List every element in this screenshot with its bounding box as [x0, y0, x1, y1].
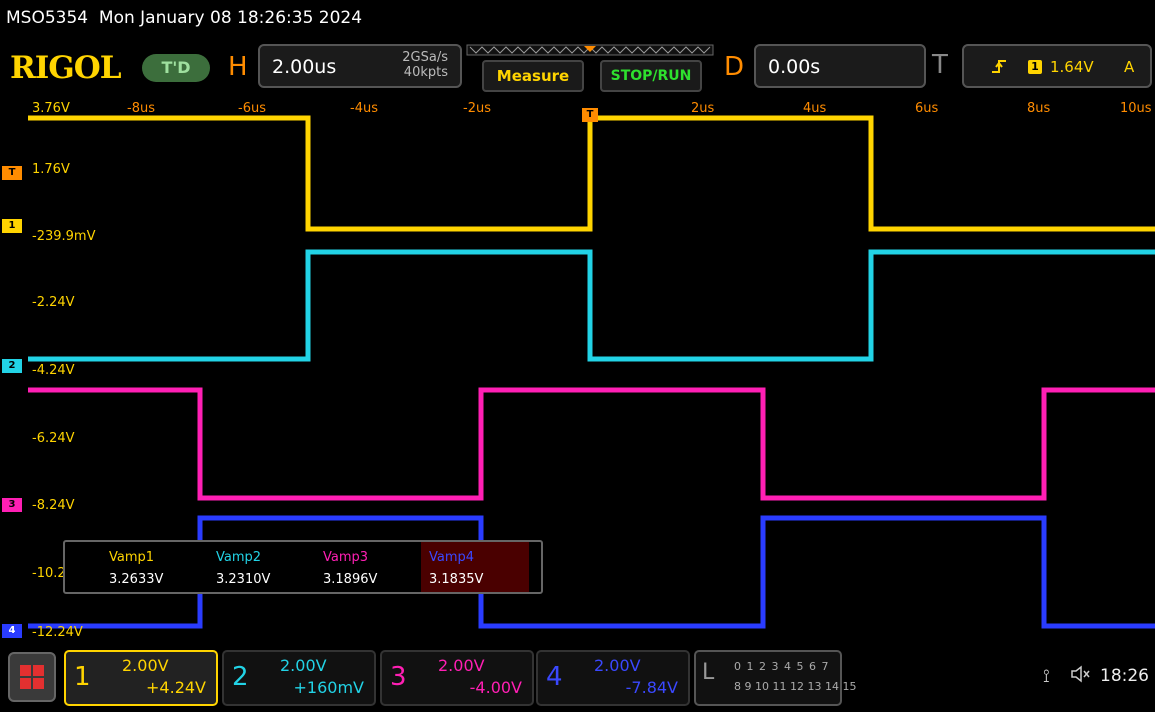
measurement-name: Vamp2	[216, 550, 262, 565]
channel-offset: +160mV	[293, 678, 364, 697]
time-tick: -8us	[127, 101, 155, 116]
stop-run-button[interactable]: STOP/RUN	[600, 60, 702, 92]
measurement-name: Vamp1	[109, 550, 155, 565]
trigger-status-badge: T'D	[142, 54, 210, 82]
time-tick: -6us	[238, 101, 266, 116]
time-tick: 8us	[1027, 101, 1051, 116]
volt-tick: -239.9mV	[32, 229, 96, 244]
measurement-item: Vamp1 3.2633V	[101, 542, 209, 592]
volt-tick: -2.24V	[32, 295, 75, 310]
channel-number: 4	[546, 662, 563, 692]
channel-number: 1	[74, 662, 91, 692]
logic-analyzer-box[interactable]	[694, 650, 842, 706]
trigger-mode[interactable]: A	[1124, 58, 1134, 76]
channel-2-box[interactable]: 2 2.00V +160mV	[222, 650, 376, 706]
time-trigger-marker[interactable]: T	[582, 108, 598, 122]
channel-scale: 2.00V	[594, 656, 641, 675]
time-tick: 4us	[803, 101, 827, 116]
channel-3-box[interactable]: 3 2.00V -4.00V	[380, 650, 534, 706]
volt-tick: -12.24V	[32, 625, 83, 640]
channel-offset: +4.24V	[146, 678, 206, 697]
timebase-value[interactable]: 2.00us	[272, 56, 336, 78]
measurement-value: 3.2310V	[216, 572, 271, 587]
measurement-name: Vamp4	[429, 550, 475, 565]
measurement-value: 3.2633V	[109, 572, 164, 587]
time-tick: -2us	[463, 101, 491, 116]
la-channels-row1: 0 1 2 3 4 5 6 7	[734, 660, 830, 673]
ch4-offset-marker[interactable]: 4	[2, 624, 22, 638]
trigger-level-marker[interactable]: T	[2, 166, 22, 180]
channel-number: 3	[390, 662, 407, 692]
channel-offset: -4.00V	[469, 678, 522, 697]
trigger-level[interactable]: 1.64V	[1050, 58, 1094, 76]
ch3-offset-marker[interactable]: 3	[2, 498, 22, 512]
volt-tick: -6.24V	[32, 431, 75, 446]
volt-tick: 3.76V	[32, 101, 70, 116]
channel-scale: 2.00V	[122, 656, 169, 675]
menu-grid-icon	[20, 665, 44, 689]
rigol-logo: RIGOL	[10, 50, 122, 86]
time-tick: 2us	[691, 101, 715, 116]
usb-icon: ⟟	[1043, 666, 1050, 687]
time-tick: 10us	[1120, 101, 1152, 116]
measurement-item: Vamp2 3.2310V	[208, 542, 316, 592]
window-title: MSO5354 Mon January 08 18:26:35 2024	[6, 8, 363, 28]
ch2-offset-marker[interactable]: 2	[2, 359, 22, 373]
la-channels-row2: 8 9 10 11 12 13 14 15	[734, 680, 857, 693]
waveform-position-bar[interactable]	[466, 44, 714, 56]
status-clock: 18:26	[1100, 666, 1149, 686]
volt-tick: -4.24V	[32, 363, 75, 378]
la-letter: L	[702, 660, 715, 685]
channel-scale: 2.00V	[280, 656, 327, 675]
main-menu-button[interactable]	[8, 652, 56, 702]
time-tick: 6us	[915, 101, 939, 116]
channel-1-box[interactable]: 1 2.00V +4.24V	[64, 650, 218, 706]
memory-depth: 40kpts	[403, 65, 448, 80]
volt-tick: 1.76V	[32, 162, 70, 177]
sample-rate-info: 2GSa/s 40kpts	[386, 50, 448, 80]
channel-scale: 2.00V	[438, 656, 485, 675]
measurement-value: 3.1896V	[323, 572, 378, 587]
volt-tick: -10.2	[32, 566, 66, 581]
measurement-panel: Vamp1 3.2633V Vamp2 3.2310V Vamp3 3.1896…	[63, 540, 543, 594]
measurement-value: 3.1835V	[429, 572, 484, 587]
trigger-letter: T	[932, 50, 948, 80]
measurement-name: Vamp3	[323, 550, 369, 565]
channel-offset: -7.84V	[625, 678, 678, 697]
channel-4-box[interactable]: 4 2.00V -7.84V	[536, 650, 690, 706]
ch1-offset-marker[interactable]: 1	[2, 219, 22, 233]
channel-number: 2	[232, 662, 249, 692]
measurement-item: Vamp3 3.1896V	[315, 542, 423, 592]
time-tick: -4us	[350, 101, 378, 116]
sample-rate: 2GSa/s	[402, 50, 448, 65]
rising-edge-icon	[990, 58, 1008, 80]
measure-button[interactable]: Measure	[482, 60, 584, 92]
speaker-muted-icon[interactable]	[1070, 664, 1092, 689]
delay-letter: D	[724, 52, 745, 82]
horizontal-letter: H	[228, 52, 248, 82]
trigger-source-badge: 1	[1028, 60, 1042, 74]
volt-tick: -8.24V	[32, 498, 75, 513]
measurement-item[interactable]: Vamp4 3.1835V	[421, 542, 529, 592]
delay-value[interactable]: 0.00s	[768, 56, 820, 78]
